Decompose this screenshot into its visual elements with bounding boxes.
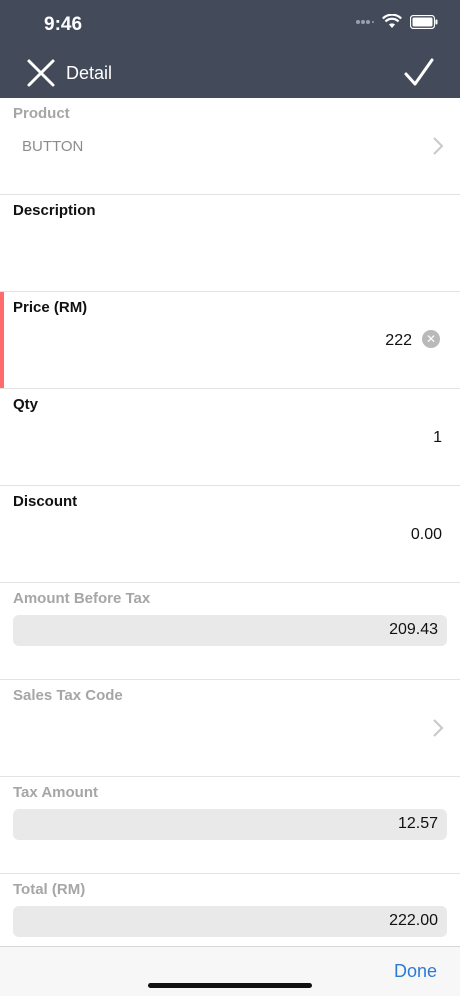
total-label: Total (RM) [13,881,86,898]
checkmark-icon[interactable] [402,56,436,90]
amount-before-tax-label: Amount Before Tax [13,590,151,607]
discount-row[interactable]: Discount 0.00 [0,486,460,583]
price-label: Price (RM) [13,299,88,316]
clear-icon[interactable]: ✕ [422,330,440,348]
product-value: BUTTON [22,138,84,155]
price-field[interactable]: 222 [385,332,412,350]
status-icons [356,14,438,29]
amount-before-tax-value: 209.43 [389,621,438,638]
product-label: Product [13,105,70,122]
done-button[interactable]: Done [394,961,437,982]
tax-amount-value: 12.57 [397,815,438,832]
product-row[interactable]: Product BUTTON [0,98,460,195]
detail-form: Product BUTTON Description Price (RM) 22… [0,98,460,970]
keyboard-toolbar: Done [0,946,460,996]
signal-icon [356,19,374,24]
sales-tax-code-row[interactable]: Sales Tax Code [0,680,460,777]
tax-amount-label: Tax Amount [13,784,98,801]
discount-field[interactable]: 0.00 [411,526,442,544]
error-indicator [0,292,4,388]
amount-before-tax-row: Amount Before Tax 209.43 [0,583,460,680]
status-time: 9:46 [44,14,83,35]
qty-field[interactable]: 1 [433,429,442,447]
battery-icon [410,14,438,29]
total-field: 222.00 [13,906,447,937]
amount-before-tax-field: 209.43 [13,615,447,646]
qty-row[interactable]: Qty 1 [0,389,460,486]
description-label: Description [13,202,96,219]
qty-label: Qty [13,396,39,413]
chevron-right-icon [433,137,444,155]
description-row[interactable]: Description [0,195,460,292]
page-title: Detail [66,63,113,83]
sales-tax-code-label: Sales Tax Code [13,687,123,704]
wifi-icon [382,14,402,28]
price-row[interactable]: Price (RM) 222 ✕ [0,292,460,389]
home-indicator [148,983,312,988]
total-value: 222.00 [389,912,438,929]
navigation-bar: 9:46 Detail [0,0,460,98]
chevron-right-icon [433,719,444,737]
close-icon[interactable] [26,58,56,88]
discount-label: Discount [13,493,78,510]
tax-amount-row: Tax Amount 12.57 [0,777,460,874]
tax-amount-field: 12.57 [13,809,447,840]
